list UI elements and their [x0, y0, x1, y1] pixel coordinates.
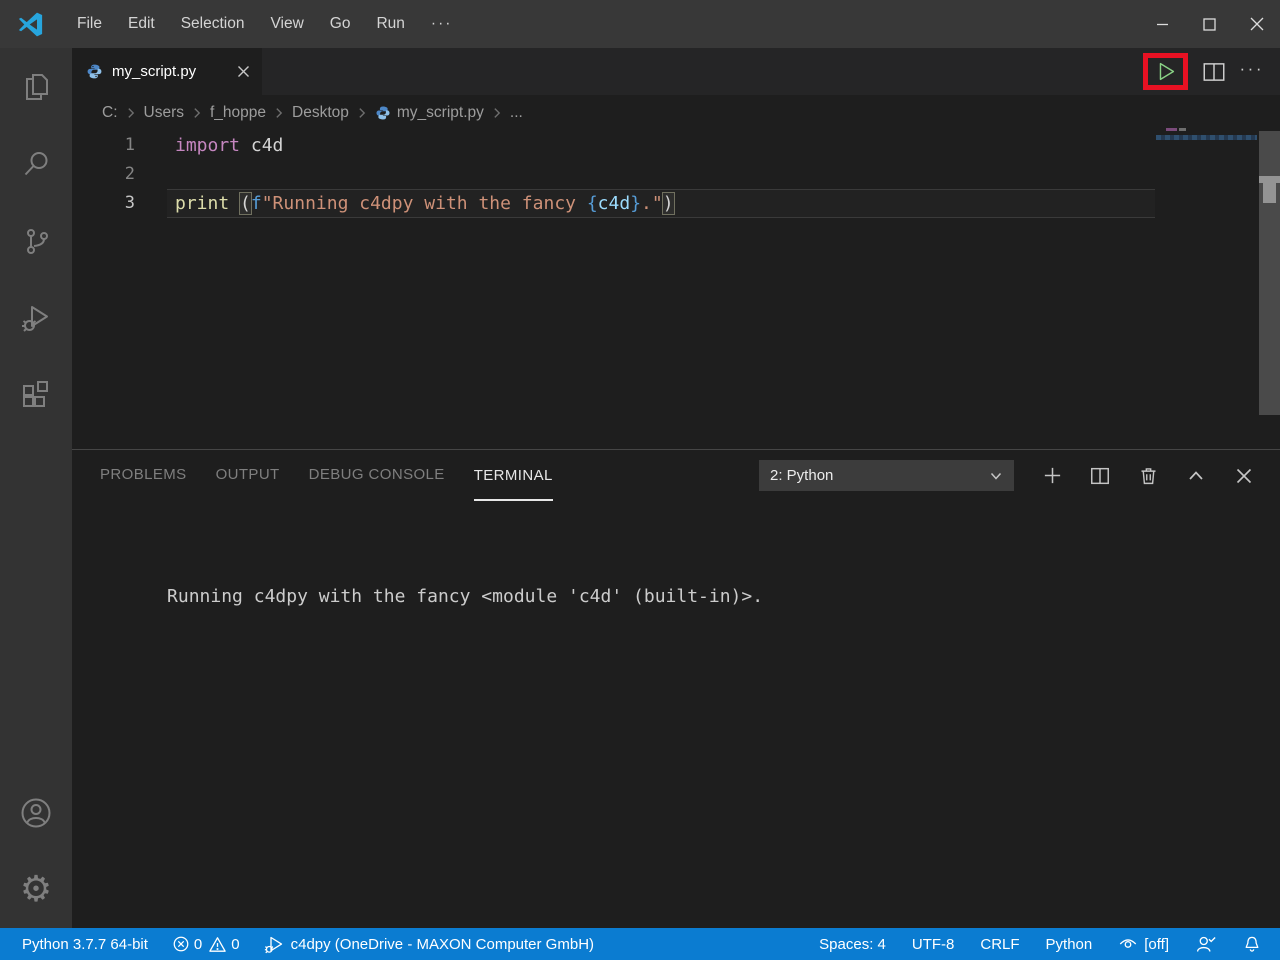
- minimap-current-line-mark: [1156, 135, 1257, 140]
- indentation-status[interactable]: Spaces: 4: [819, 936, 886, 953]
- search-icon[interactable]: [0, 125, 72, 202]
- terminal-select-value: 2: Python: [770, 467, 833, 484]
- title-bar: File Edit Selection View Go Run ···: [0, 0, 1280, 48]
- error-icon: [172, 935, 190, 953]
- encoding-status[interactable]: UTF-8: [912, 936, 955, 953]
- menu-more-icon[interactable]: ···: [418, 0, 466, 48]
- warning-count: 0: [231, 936, 239, 953]
- extensions-icon[interactable]: [0, 356, 72, 433]
- menu-view[interactable]: View: [257, 0, 316, 48]
- run-python-file-icon[interactable]: [1154, 60, 1177, 83]
- error-count: 0: [194, 936, 202, 953]
- editor-actions: ···: [1143, 48, 1280, 95]
- chevron-right-icon: [355, 106, 369, 120]
- eye-icon: [1118, 934, 1138, 954]
- line-number-active: 3: [72, 189, 135, 218]
- breadcrumb-user[interactable]: f_hoppe: [210, 104, 266, 122]
- source-control-icon[interactable]: [0, 202, 72, 279]
- menu-go[interactable]: Go: [317, 0, 364, 48]
- problems-status[interactable]: 0 0: [172, 935, 240, 954]
- breadcrumb-drive[interactable]: C:: [102, 104, 118, 122]
- settings-gear-icon[interactable]: ⚙: [0, 851, 72, 928]
- vscode-window: File Edit Selection View Go Run ···: [0, 0, 1280, 960]
- activity-bar: ⚙: [0, 48, 72, 928]
- chevron-down-icon: [988, 468, 1004, 484]
- tab-problems[interactable]: PROBLEMS: [100, 450, 187, 501]
- minimap[interactable]: [1155, 128, 1259, 188]
- kill-terminal-trash-icon[interactable]: [1124, 458, 1172, 494]
- new-terminal-icon[interactable]: [1028, 458, 1076, 494]
- tab-title: my_script.py: [112, 63, 196, 80]
- vscode-logo-icon: [17, 11, 44, 38]
- code-line-1: 1 import c4d: [72, 131, 1280, 160]
- editor-scrollbar[interactable]: [1259, 131, 1280, 415]
- chevron-right-icon: [124, 106, 138, 120]
- line-number: 1: [72, 131, 135, 160]
- line-number: 2: [72, 160, 135, 189]
- explorer-icon[interactable]: [0, 48, 72, 125]
- minimap-line1-mark2: [1179, 128, 1186, 131]
- terminal-output-line: Running c4dpy with the fancy <module 'c4…: [167, 586, 763, 607]
- editor-more-actions-icon[interactable]: ···: [1240, 59, 1264, 85]
- chevron-right-icon: [272, 106, 286, 120]
- launch-config-status[interactable]: c4dpy (OneDrive - MAXON Computer GmbH): [264, 934, 594, 955]
- close-panel-icon[interactable]: [1220, 458, 1268, 494]
- code-editor[interactable]: 1 import c4d 2 3 print (f"Running c4dpy …: [72, 131, 1280, 449]
- editor-tab-bar: my_script.py ···: [72, 48, 1280, 95]
- menu-edit[interactable]: Edit: [115, 0, 168, 48]
- account-icon[interactable]: [0, 774, 72, 851]
- breadcrumb: C: Users f_hoppe Desktop my_script.py ..…: [72, 95, 1280, 131]
- status-bar-right: Spaces: 4 UTF-8 CRLF Python [off]: [819, 934, 1262, 955]
- breadcrumb-file[interactable]: my_script.py: [397, 104, 484, 122]
- tab-output[interactable]: OUTPUT: [216, 450, 280, 501]
- scrollbar-thumb[interactable]: [1263, 183, 1276, 203]
- run-debug-icon[interactable]: [0, 279, 72, 356]
- feedback-icon[interactable]: [1195, 934, 1216, 955]
- tab-my-script[interactable]: my_script.py: [72, 48, 262, 95]
- bottom-panel: PROBLEMS OUTPUT DEBUG CONSOLE TERMINAL 2…: [72, 449, 1280, 928]
- bracket-match: ): [662, 192, 675, 215]
- scrollbar-thumb[interactable]: [1259, 176, 1280, 183]
- chevron-right-icon: [190, 106, 204, 120]
- debug-run-icon: [264, 934, 285, 955]
- breadcrumb-desktop[interactable]: Desktop: [292, 104, 349, 122]
- terminal-content[interactable]: Running c4dpy with the fancy <module 'c4…: [72, 501, 1280, 628]
- split-terminal-icon[interactable]: [1076, 458, 1124, 494]
- eol-status[interactable]: CRLF: [980, 936, 1019, 953]
- warning-icon: [208, 935, 227, 954]
- tab-terminal[interactable]: TERMINAL: [474, 450, 553, 501]
- code-line-3: 3 print (f"Running c4dpy with the fancy …: [72, 189, 1280, 218]
- screencast-label: [off]: [1144, 936, 1169, 953]
- launch-config-label: c4dpy (OneDrive - MAXON Computer GmbH): [291, 936, 594, 953]
- tab-close-icon[interactable]: [237, 65, 250, 78]
- split-editor-icon[interactable]: [1201, 59, 1227, 85]
- language-mode-status[interactable]: Python: [1046, 936, 1093, 953]
- run-button-highlight: [1143, 53, 1188, 90]
- status-bar: Python 3.7.7 64-bit 0 0 c4dpy (OneDrive …: [0, 928, 1280, 960]
- chevron-right-icon: [490, 106, 504, 120]
- terminal-select[interactable]: 2: Python: [759, 460, 1014, 491]
- menu-selection[interactable]: Selection: [168, 0, 258, 48]
- maximize-icon[interactable]: [1186, 0, 1233, 48]
- breadcrumb-users[interactable]: Users: [144, 104, 184, 122]
- panel-actions: 2: Python: [759, 458, 1280, 494]
- notifications-bell-icon[interactable]: [1242, 934, 1262, 954]
- screencast-status[interactable]: [off]: [1118, 934, 1169, 954]
- breadcrumb-symbol[interactable]: ...: [510, 104, 523, 122]
- minimap-line1-mark: [1166, 128, 1177, 131]
- python-interpreter-status[interactable]: Python 3.7.7 64-bit: [22, 936, 148, 953]
- minimize-icon[interactable]: [1139, 0, 1186, 48]
- tab-debug-console[interactable]: DEBUG CONSOLE: [309, 450, 445, 501]
- menu-file[interactable]: File: [64, 0, 115, 48]
- close-window-icon[interactable]: [1233, 0, 1280, 48]
- maximize-panel-chevron-up-icon[interactable]: [1172, 458, 1220, 494]
- panel-header: PROBLEMS OUTPUT DEBUG CONSOLE TERMINAL 2…: [72, 450, 1280, 501]
- python-file-icon: [375, 105, 391, 121]
- python-file-icon: [86, 63, 103, 80]
- code-line-2: 2: [72, 160, 1280, 189]
- menu-run[interactable]: Run: [363, 0, 417, 48]
